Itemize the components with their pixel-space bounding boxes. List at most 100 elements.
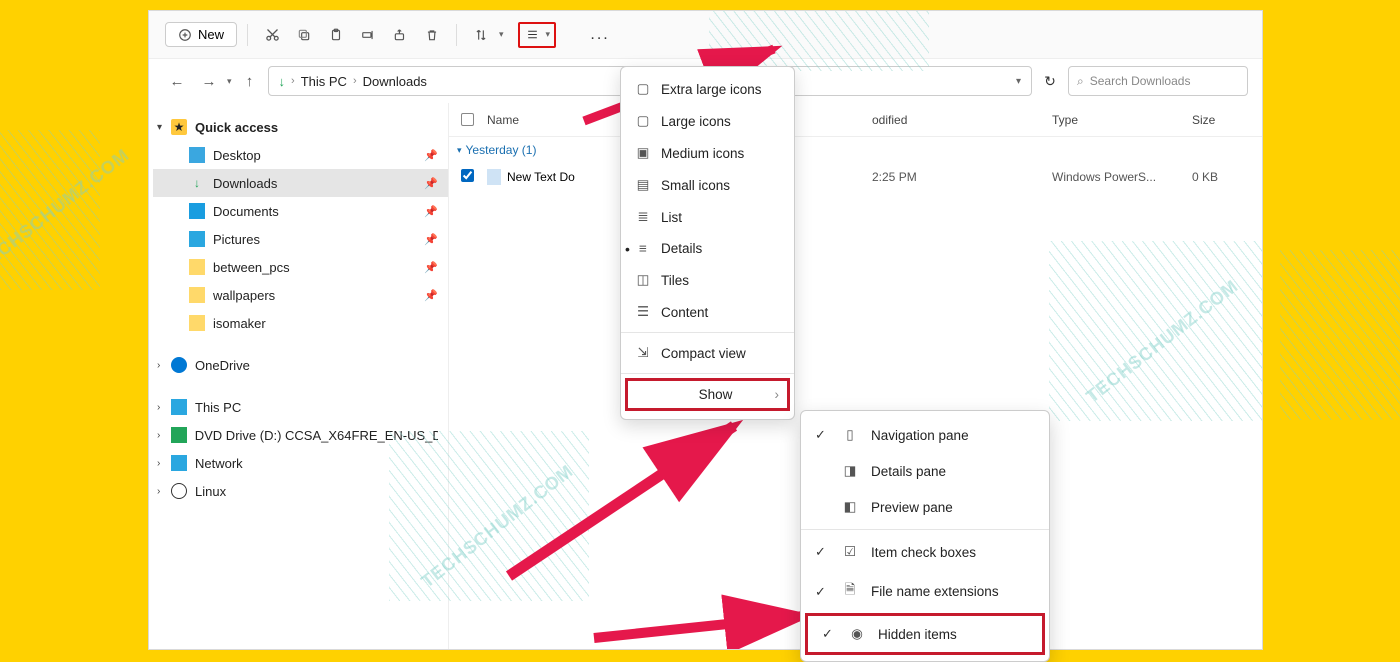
view-option-extra-large[interactable]: ▢ Extra large icons — [621, 73, 794, 105]
chevron-down-icon[interactable]: ▾ — [157, 122, 162, 133]
show-preview-pane[interactable]: ◧Preview pane — [801, 489, 1049, 525]
chevron-right-icon[interactable]: › — [157, 402, 160, 413]
cut-icon[interactable] — [258, 21, 286, 49]
file-size: 0 KB — [1192, 170, 1262, 184]
menu-label: Content — [661, 305, 708, 320]
view-option-details[interactable]: •≡Details — [621, 233, 794, 264]
search-placeholder: Search Downloads — [1090, 74, 1191, 88]
chevron-right-icon[interactable]: › — [157, 430, 160, 441]
sidebar-network[interactable]: ›Network — [153, 449, 448, 477]
menu-label: File name extensions — [871, 584, 999, 599]
row-checkbox[interactable] — [461, 169, 474, 182]
extra-large-icons-icon: ▢ — [635, 81, 651, 97]
new-label: New — [198, 27, 224, 42]
sidebar-item-label: This PC — [195, 400, 241, 415]
column-size[interactable]: Size — [1192, 113, 1262, 127]
sidebar-item-documents[interactable]: Documents📌 — [153, 197, 448, 225]
select-all-checkbox[interactable] — [461, 113, 474, 126]
refresh-button[interactable]: ↻ — [1036, 67, 1064, 95]
menu-label: Medium icons — [661, 146, 744, 161]
pictures-icon — [189, 231, 205, 247]
more-button[interactable]: ... — [584, 26, 616, 44]
breadcrumb-root[interactable]: This PC — [301, 74, 347, 89]
sidebar-dvd[interactable]: ›DVD Drive (D:) CCSA_X64FRE_EN-US_D — [153, 421, 448, 449]
chevron-right-icon[interactable]: › — [157, 486, 160, 497]
sidebar-item-label: isomaker — [213, 316, 266, 331]
sidebar-item-pictures[interactable]: Pictures📌 — [153, 225, 448, 253]
sidebar-item-label: OneDrive — [195, 358, 250, 373]
history-chevron-icon[interactable]: ▾ — [227, 76, 232, 87]
linux-icon — [171, 483, 187, 499]
view-option-list[interactable]: ≣List — [621, 201, 794, 233]
paste-icon[interactable] — [322, 21, 350, 49]
sidebar-item-downloads[interactable]: ↓Downloads📌 — [153, 169, 448, 197]
view-option-small[interactable]: ▤Small icons — [621, 169, 794, 201]
sidebar-item-folder[interactable]: isomaker — [153, 309, 448, 337]
medium-icons-icon: ▣ — [635, 145, 651, 161]
menu-label: Tiles — [661, 273, 689, 288]
show-details-pane[interactable]: ◨Details pane — [801, 453, 1049, 489]
hidden-items-icon: ◉ — [848, 626, 866, 642]
group-label: Yesterday (1) — [466, 143, 537, 157]
search-icon: ⌕ — [1077, 74, 1084, 89]
content-icon: ☰ — [635, 304, 651, 320]
back-button[interactable]: ← — [163, 67, 191, 95]
sidebar-item-folder[interactable]: wallpapers📌 — [153, 281, 448, 309]
sidebar-this-pc[interactable]: › This PC — [153, 393, 448, 421]
star-icon: ★ — [171, 119, 187, 135]
show-file-extensions[interactable]: ✓🗎File name extensions — [801, 570, 1049, 613]
copy-icon[interactable] — [290, 21, 318, 49]
menu-label: Large icons — [661, 114, 731, 129]
column-type[interactable]: Type — [1052, 113, 1192, 127]
column-date[interactable]: odified — [872, 113, 1052, 127]
search-input[interactable]: ⌕ Search Downloads — [1068, 66, 1248, 96]
sidebar-item-label: wallpapers — [213, 288, 275, 303]
show-item-checkboxes[interactable]: ✓☑Item check boxes — [801, 534, 1049, 570]
chevron-right-icon[interactable]: › — [157, 360, 160, 371]
navigation-pane-icon: ▯ — [841, 427, 859, 443]
sidebar-onedrive[interactable]: › OneDrive — [153, 351, 448, 379]
show-submenu: ✓▯Navigation pane ◨Details pane ◧Preview… — [800, 410, 1050, 662]
sort-icon[interactable] — [467, 21, 495, 49]
sidebar-quick-access[interactable]: ▾ ★ Quick access — [153, 113, 448, 141]
breadcrumb-folder[interactable]: Downloads — [363, 74, 427, 89]
sidebar-item-folder[interactable]: between_pcs📌 — [153, 253, 448, 281]
view-option-content[interactable]: ☰ Content — [621, 296, 794, 328]
large-icons-icon: ▢ — [635, 113, 651, 129]
forward-button[interactable]: → — [195, 67, 223, 95]
chevron-right-icon[interactable]: › — [157, 458, 160, 469]
sidebar-linux[interactable]: ›Linux — [153, 477, 448, 505]
chevron-down-icon: ▾ — [457, 145, 462, 156]
pin-icon: 📌 — [424, 261, 438, 274]
group-header[interactable]: ▾ Yesterday (1) — [449, 137, 1262, 161]
menu-label: Details pane — [871, 464, 946, 479]
cloud-icon — [171, 357, 187, 373]
menu-label: Extra large icons — [661, 82, 762, 97]
file-row[interactable]: New Text Do 2:25 PM Windows PowerS... 0 … — [449, 161, 1262, 193]
check-icon: ✓ — [815, 427, 829, 443]
delete-icon[interactable] — [418, 21, 446, 49]
up-button[interactable]: ↑ — [236, 67, 264, 95]
new-button[interactable]: New — [165, 22, 237, 47]
view-chevron-icon[interactable]: ▾ — [546, 29, 551, 40]
list-icon: ≣ — [635, 209, 651, 225]
view-option-medium[interactable]: ▣ Medium icons — [621, 137, 794, 169]
checkbox-icon: ☑ — [841, 544, 859, 560]
view-layout-icon[interactable] — [524, 26, 542, 44]
view-option-compact[interactable]: ⇲Compact view — [621, 337, 794, 369]
compact-view-icon: ⇲ — [635, 345, 651, 361]
show-navigation-pane[interactable]: ✓▯Navigation pane — [801, 417, 1049, 453]
file-date: 2:25 PM — [872, 170, 1052, 184]
sort-chevron-icon[interactable]: ▾ — [499, 29, 504, 40]
view-option-large[interactable]: ▢ Large icons — [621, 105, 794, 137]
view-option-tiles[interactable]: ◫Tiles — [621, 264, 794, 296]
address-chevron-icon[interactable]: ▾ — [1016, 76, 1021, 87]
sidebar-item-desktop[interactable]: Desktop📌 — [153, 141, 448, 169]
command-bar: New ▾ ▾ ... — [149, 11, 1262, 59]
check-icon: ✓ — [815, 584, 829, 600]
rename-icon[interactable] — [354, 21, 382, 49]
show-hidden-items[interactable]: ✓◉Hidden items — [805, 613, 1045, 655]
view-option-show[interactable]: Show — [625, 378, 790, 411]
preview-pane-icon: ◧ — [841, 499, 859, 515]
share-icon[interactable] — [386, 21, 414, 49]
